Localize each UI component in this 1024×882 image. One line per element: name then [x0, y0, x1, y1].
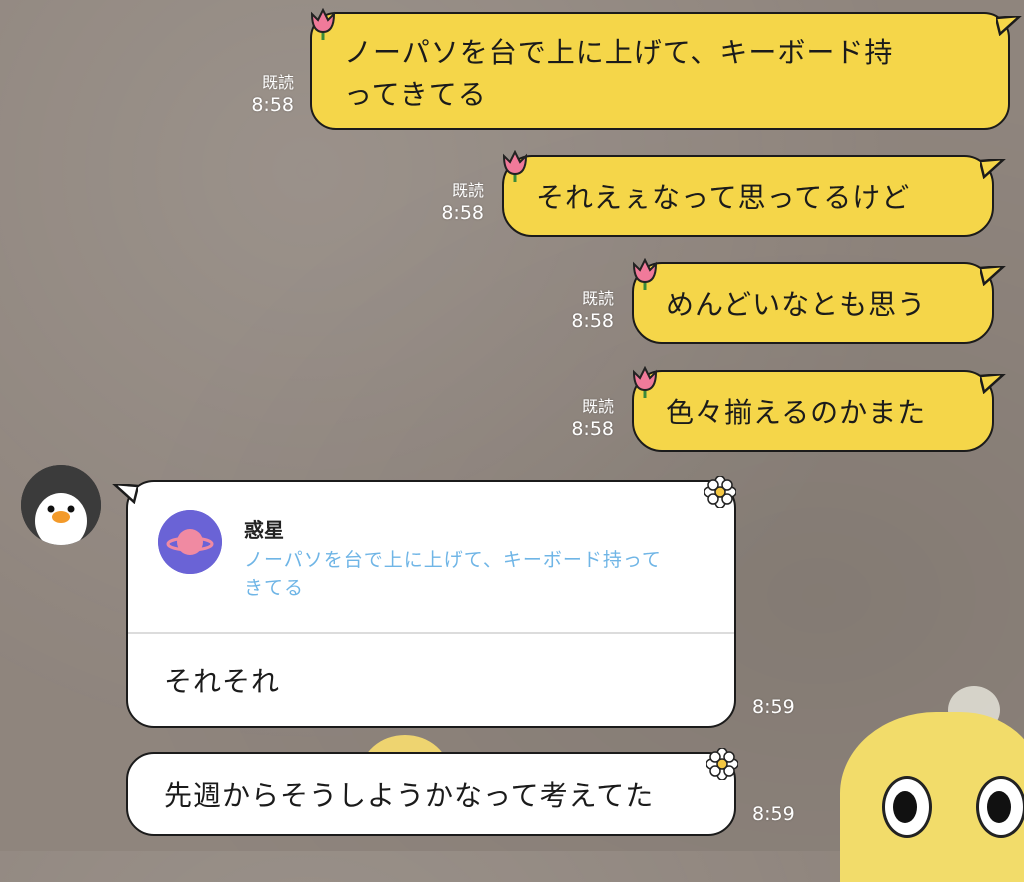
daisy-sticker-icon	[704, 476, 736, 508]
message-meta: 既読 8:58	[540, 396, 614, 440]
bubble-tail	[112, 484, 138, 504]
reply-quote-line: きてる	[244, 577, 305, 599]
message-time: 8:58	[251, 94, 294, 116]
read-receipt: 既読	[261, 73, 294, 92]
message-meta: 既読 8:58	[220, 72, 294, 116]
plush-toy-decoration	[840, 686, 1024, 882]
message-text: めんどいなとも思う	[666, 288, 927, 321]
reply-quote-text: ノーパソを台で上に上げて、キーボード持って きてる	[244, 546, 724, 602]
tulip-sticker-icon	[502, 150, 528, 182]
read-receipt: 既読	[581, 289, 614, 308]
divider	[128, 632, 734, 634]
planet-icon	[158, 510, 222, 574]
outgoing-message-bubble[interactable]: めんどいなとも思う	[632, 262, 1006, 344]
incoming-message-bubble[interactable]: 先週からそうしようかなって考えてた	[126, 752, 736, 836]
tulip-sticker-icon	[632, 366, 658, 398]
incoming-message-bubble[interactable]: 惑星 ノーパソを台で上に上げて、キーボード持って きてる それそれ	[112, 480, 736, 728]
message-meta: 既読 8:58	[410, 180, 484, 224]
message-time: 8:59	[752, 696, 795, 718]
reply-quote[interactable]: 惑星 ノーパソを台で上に上げて、キーボード持って きてる	[158, 510, 728, 630]
message-text: それえぇなって思ってるけど	[536, 181, 911, 214]
outgoing-message-bubble[interactable]: それえぇなって思ってるけど	[502, 155, 1006, 237]
read-receipt: 既読	[581, 397, 614, 416]
message-text: それそれ	[164, 665, 281, 698]
read-receipt: 既読	[451, 181, 484, 200]
outgoing-message-bubble[interactable]: ノーパソを台で上に上げて、キーボード持 ってきてる	[310, 12, 1022, 130]
reply-quote-line: ノーパソを台で上に上げて、キーボード持って	[244, 549, 662, 571]
daisy-sticker-icon	[706, 748, 738, 780]
message-time: 8:58	[571, 310, 614, 332]
message-text: 先週からそうしようかなって考えてた	[164, 779, 655, 812]
message-time: 8:58	[441, 202, 484, 224]
reply-sender-name: 惑星	[244, 518, 284, 542]
message-text: 色々揃えるのかまた	[666, 396, 927, 429]
bubble-tail	[980, 159, 1006, 179]
message-meta: 既読 8:58	[540, 288, 614, 332]
message-time: 8:58	[571, 418, 614, 440]
penguin-avatar[interactable]	[21, 465, 101, 545]
message-time: 8:59	[752, 803, 795, 825]
tulip-sticker-icon	[310, 8, 336, 40]
bubble-tail	[996, 16, 1022, 36]
penguin-icon	[21, 465, 101, 545]
message-text-line: ってきてる	[344, 78, 487, 111]
bubble-tail	[980, 374, 1006, 394]
message-text-line: ノーパソを台で上に上げて、キーボード持	[344, 36, 894, 69]
tulip-sticker-icon	[632, 258, 658, 290]
chat-view[interactable]: 既読 8:58 ノーパソを台で上に上げて、キーボード持 ってきてる 既読 8:5…	[0, 0, 1024, 882]
outgoing-message-bubble[interactable]: 色々揃えるのかまた	[632, 370, 1006, 452]
bubble-tail	[980, 266, 1006, 286]
